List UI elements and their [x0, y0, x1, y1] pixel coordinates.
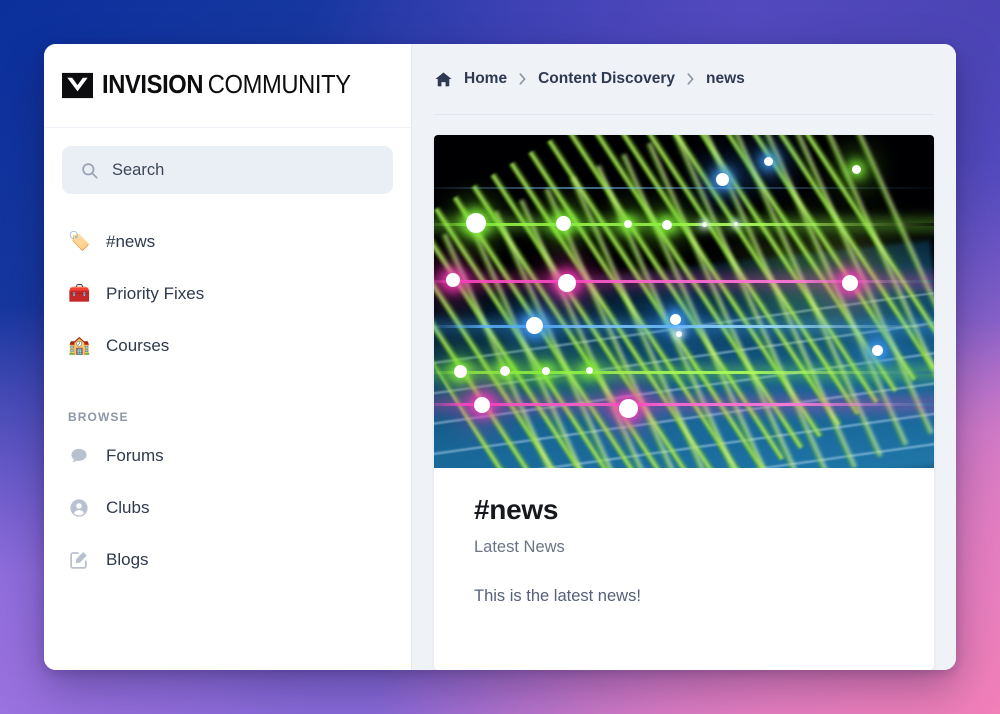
hero-glow-dot [764, 157, 773, 166]
hero-glow-dot [702, 222, 707, 227]
breadcrumb-item-news: news [706, 70, 745, 87]
hero-light-bar [434, 280, 934, 283]
user-circle-icon [70, 499, 88, 517]
chevron-right-icon [687, 73, 694, 85]
sidebar-item-news[interactable]: 🏷️ #news [62, 216, 393, 268]
hero-glow-dot [474, 397, 490, 413]
news-card-text: This is the latest news! [474, 587, 641, 606]
hero-glow-dot [454, 365, 467, 378]
breadcrumb-item-content-discovery[interactable]: Content Discovery [538, 70, 675, 88]
brand-logo[interactable]: INVISION COMMUNITY [62, 70, 369, 101]
hero-glow-dot [586, 367, 593, 374]
home-icon[interactable] [434, 70, 453, 89]
hero-glow-dot [670, 314, 681, 325]
hero-glow-dot [676, 331, 682, 337]
hero-glow-dot [734, 222, 738, 226]
sidebar-item-courses[interactable]: 🏫 Courses [62, 320, 393, 372]
sidebar-scroll-region[interactable]: Search 🏷️ #news 🧰 Priority Fixes 🏫 Cours… [44, 128, 411, 670]
hero-glow-dot [446, 273, 460, 287]
comment-bubble-icon [71, 448, 87, 463]
sidebar-item-label-courses: Courses [106, 336, 170, 355]
sidebar-item-label-forums: Forums [106, 446, 164, 465]
hero-glow-dot [852, 165, 861, 174]
sidebar-item-label-clubs: Clubs [106, 498, 150, 517]
label-tag-emoji-icon: 🏷️ [68, 231, 91, 252]
hero-glow-dot [500, 366, 510, 376]
sidebar: INVISION COMMUNITY Search 🏷️ #news 🧰 Pri… [44, 44, 412, 670]
search-icon [82, 162, 98, 178]
hero-glow-dot [526, 317, 543, 334]
hero-glow-dot [662, 220, 672, 230]
hero-light-bar [434, 403, 934, 406]
news-card-subtitle: Latest News [474, 538, 565, 557]
hero-glow-dot [556, 216, 571, 231]
search-placeholder: Search [112, 160, 165, 179]
hero-glow-dot [542, 367, 550, 375]
search-input[interactable]: Search [62, 146, 393, 194]
sidebar-item-label-news: #news [106, 232, 156, 251]
content-area: #news Latest News This is the latest new… [412, 115, 956, 670]
school-building-emoji-icon: 🏫 [68, 335, 91, 356]
sidebar-browse-list: Forums Clubs Blogs [62, 430, 393, 586]
breadcrumb-bar: Home Content Discovery news [412, 44, 956, 114]
sidebar-pinned-list: 🏷️ #news 🧰 Priority Fixes 🏫 Courses [62, 216, 393, 372]
sidebar-section-heading-browse: BROWSE [68, 410, 129, 424]
sidebar-item-label-priority-fixes: Priority Fixes [106, 284, 205, 303]
app-window: INVISION COMMUNITY Search 🏷️ #news 🧰 Pri… [44, 44, 956, 670]
breadcrumb-item-home[interactable]: Home [464, 70, 507, 88]
hero-glow-dot [619, 399, 638, 418]
invision-triangle-mark-icon [62, 72, 93, 99]
pencil-square-icon [70, 552, 87, 569]
hero-image [434, 135, 934, 468]
breadcrumb: Home Content Discovery news [434, 70, 745, 89]
brand-name-regular: COMMUNITY [207, 70, 351, 99]
hero-glow-dot [558, 274, 576, 292]
hero-light-bar [434, 325, 934, 328]
sidebar-item-forums[interactable]: Forums [62, 430, 393, 482]
news-card: #news Latest News This is the latest new… [434, 135, 934, 670]
hero-light-bar [434, 223, 934, 226]
hero-light-bar [434, 187, 934, 189]
brand-header: INVISION COMMUNITY [44, 44, 411, 128]
hero-glow-dot [872, 345, 883, 356]
page-title: #news [474, 494, 559, 525]
sidebar-item-label-blogs: Blogs [106, 550, 149, 569]
sidebar-item-blogs[interactable]: Blogs [62, 534, 393, 586]
news-card-body: #news Latest News This is the latest new… [434, 468, 934, 630]
hero-glow-dot [842, 275, 858, 291]
brand-name-bold: INVISION [102, 70, 204, 99]
hero-glow-dot [624, 220, 632, 228]
chevron-right-icon [519, 73, 526, 85]
sidebar-item-clubs[interactable]: Clubs [62, 482, 393, 534]
main-panel: Home Content Discovery news #news Latest… [412, 44, 956, 670]
hero-glow-dot [716, 173, 729, 186]
hero-glow-dot [466, 213, 486, 233]
sidebar-item-priority-fixes[interactable]: 🧰 Priority Fixes [62, 268, 393, 320]
brand-wordmark: INVISION COMMUNITY [102, 70, 351, 99]
toolbox-emoji-icon: 🧰 [68, 283, 91, 304]
